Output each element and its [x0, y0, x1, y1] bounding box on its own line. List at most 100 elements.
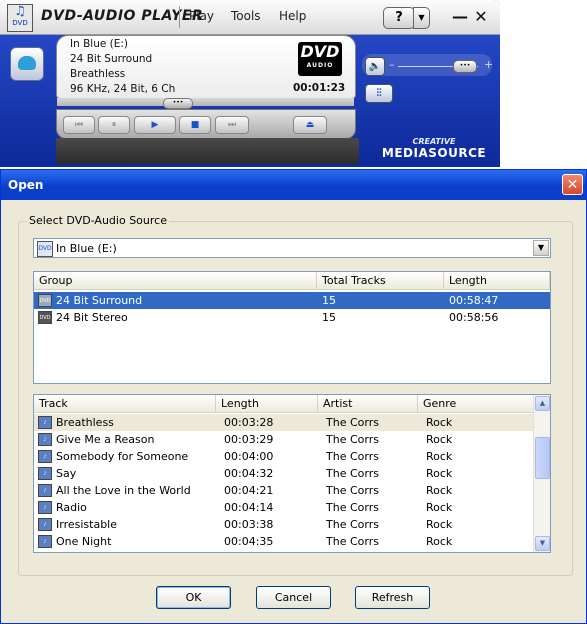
track-length: 00:03:29	[224, 433, 274, 446]
menu-tools[interactable]: Tools	[231, 9, 261, 23]
track-genre: Rock	[426, 416, 453, 429]
track-artist: The Corrs	[326, 433, 379, 446]
menu-play[interactable]: Play	[189, 9, 214, 23]
track-row[interactable]: ♪ Breathless 00:03:28 The Corrs Rock	[34, 414, 534, 431]
track-genre: Rock	[426, 518, 453, 531]
lcd-group-name: 24 Bit Surround	[70, 53, 153, 65]
column-header-artist[interactable]: Artist	[318, 395, 418, 412]
volume-plus: +	[484, 58, 494, 71]
music-track-icon: ♪	[38, 416, 52, 429]
track-genre: Rock	[426, 467, 453, 480]
lcd-track-name: Breathless	[70, 68, 126, 80]
track-artist: The Corrs	[326, 484, 379, 497]
help-dropdown-button[interactable]: ▼	[413, 7, 430, 29]
player-lower-panel	[56, 138, 359, 164]
music-track-icon: ♪	[38, 450, 52, 463]
track-track: Irresistable	[56, 518, 117, 531]
minimize-button[interactable]: —	[449, 6, 471, 28]
track-artist: The Corrs	[326, 416, 379, 429]
track-list-header: Track Length Artist Genre	[34, 395, 534, 413]
source-group-label: Select DVD-Audio Source	[27, 214, 169, 227]
track-genre: Rock	[426, 535, 453, 548]
track-row[interactable]: ♪ Say 00:04:32 The Corrs Rock	[34, 465, 534, 482]
eject-button[interactable]: ⏏	[293, 116, 327, 134]
play-button[interactable]: ▶	[134, 116, 176, 134]
track-length: 00:03:38	[224, 518, 274, 531]
menu-help[interactable]: Help	[279, 9, 306, 23]
track-row[interactable]: ♪ Somebody for Someone 00:04:00 The Corrs Ro…	[34, 448, 534, 465]
track-row[interactable]: ♪ All the Love in the World 00:04:21 The Co…	[34, 482, 534, 499]
dvd-disc-icon: DVD	[38, 294, 52, 307]
track-row[interactable]: ♪ Give Me a Reason 00:03:29 The Corrs Rock	[34, 431, 534, 448]
column-header-group[interactable]: Group	[34, 272, 317, 289]
group-list: Group Total Tracks Length DVD 24 Bit Sur…	[33, 271, 551, 384]
track-track: All the Love in the World	[56, 484, 191, 497]
track-genre: Rock	[426, 433, 453, 446]
creative-mediasource-logo: CREATIVE MEDIASOURCE	[381, 137, 487, 160]
group-row[interactable]: DVD 24 Bit Stereo 15 00:58:56	[34, 309, 550, 326]
dialog-close-button[interactable]: ✕	[562, 174, 583, 195]
previous-button[interactable]: ⏮	[63, 116, 95, 134]
track-artist: The Corrs	[326, 467, 379, 480]
ok-button[interactable]: OK	[156, 586, 231, 609]
close-button[interactable]: ✕	[470, 6, 492, 28]
track-genre: Rock	[426, 484, 453, 497]
music-track-icon: ♪	[38, 518, 52, 531]
track-length: 00:04:00	[224, 450, 274, 463]
lcd-time: 00:01:23	[293, 82, 346, 94]
seek-thumb[interactable]: •••	[163, 98, 193, 109]
player-titlebar: ♫ DVD DVD-AUDIO PLAYER Play Tools Help ? …	[0, 0, 500, 35]
cancel-button[interactable]: Cancel	[256, 586, 331, 609]
dialog-titlebar: Open ✕	[1, 170, 586, 200]
chevron-down-icon[interactable]: ▼	[533, 240, 549, 256]
source-dropdown-value: In Blue (E:)	[56, 242, 117, 255]
music-track-icon: ♪	[38, 467, 52, 480]
track-track: Give Me a Reason	[56, 433, 155, 446]
column-header-genre[interactable]: Genre	[418, 395, 534, 412]
equalizer-button[interactable]: ⫶⫶	[365, 84, 393, 103]
help-button[interactable]: ?	[383, 7, 415, 29]
volume-thumb[interactable]: •••	[453, 60, 477, 73]
music-track-icon: ♪	[38, 433, 52, 446]
music-track-icon: ♪	[38, 484, 52, 497]
track-row[interactable]: ♪ One Night 00:04:35 The Corrs Rock	[34, 533, 534, 550]
speaker-icon[interactable]: 🔈	[365, 57, 385, 76]
group-row[interactable]: DVD 24 Bit Surround 15 00:58:47	[34, 292, 550, 309]
dvd-audio-logo: DVD AUDIO	[298, 42, 342, 76]
track-track: Somebody for Someone	[56, 450, 189, 463]
scroll-down-button[interactable]: ▼	[535, 536, 550, 551]
refresh-button[interactable]: Refresh	[355, 586, 430, 609]
dvd-disc-icon: DVD	[38, 311, 52, 324]
track-length: 00:04:35	[224, 535, 274, 548]
track-artist: The Corrs	[326, 450, 379, 463]
track-row[interactable]: ♪ Radio 00:04:14 The Corrs Rock	[34, 499, 534, 516]
transport-bar: ⏮ ⏸ ▶ ■ ⏭ ⏏	[56, 109, 356, 139]
track-length: 00:03:28	[224, 416, 274, 429]
lcd-format: 96 KHz, 24 Bit, 6 Ch	[70, 83, 176, 95]
lcd-display: In Blue (E:) 24 Bit Surround Breathless …	[56, 35, 356, 99]
column-header-track[interactable]: Track	[34, 395, 216, 412]
group-name: 24 Bit Stereo	[56, 311, 128, 324]
pause-button[interactable]: ⏸	[98, 116, 130, 134]
column-header-length[interactable]: Length	[444, 272, 550, 289]
track-genre: Rock	[426, 450, 453, 463]
next-button[interactable]: ⏭	[215, 116, 249, 134]
column-header-total-tracks[interactable]: Total Tracks	[317, 272, 444, 289]
track-row[interactable]: ♪ Irresistable 00:03:38 The Corrs Rock	[34, 516, 534, 533]
scroll-up-button[interactable]: ▲	[535, 396, 550, 411]
track-length: 00:04:14	[224, 501, 274, 514]
column-header-length[interactable]: Length	[216, 395, 318, 412]
track-track: One Night	[56, 535, 112, 548]
source-dropdown[interactable]: DVD In Blue (E:) ▼	[33, 238, 551, 258]
seek-bar[interactable]	[57, 98, 354, 106]
lcd-disc-name: In Blue (E:)	[70, 38, 129, 50]
mediasource-button[interactable]	[10, 47, 44, 81]
stop-button[interactable]: ■	[179, 116, 211, 134]
music-track-icon: ♪	[38, 501, 52, 514]
track-list-scrollbar[interactable]: ▲ ▼	[533, 395, 550, 552]
scroll-thumb[interactable]	[535, 437, 550, 479]
group-list-header: Group Total Tracks Length	[34, 272, 550, 290]
track-length: 00:04:21	[224, 484, 274, 497]
open-dialog: Open ✕ Select DVD-Audio Source DVD In Bl…	[0, 169, 587, 624]
track-list: Track Length Artist Genre ♪ Breathless 00:…	[33, 394, 551, 553]
